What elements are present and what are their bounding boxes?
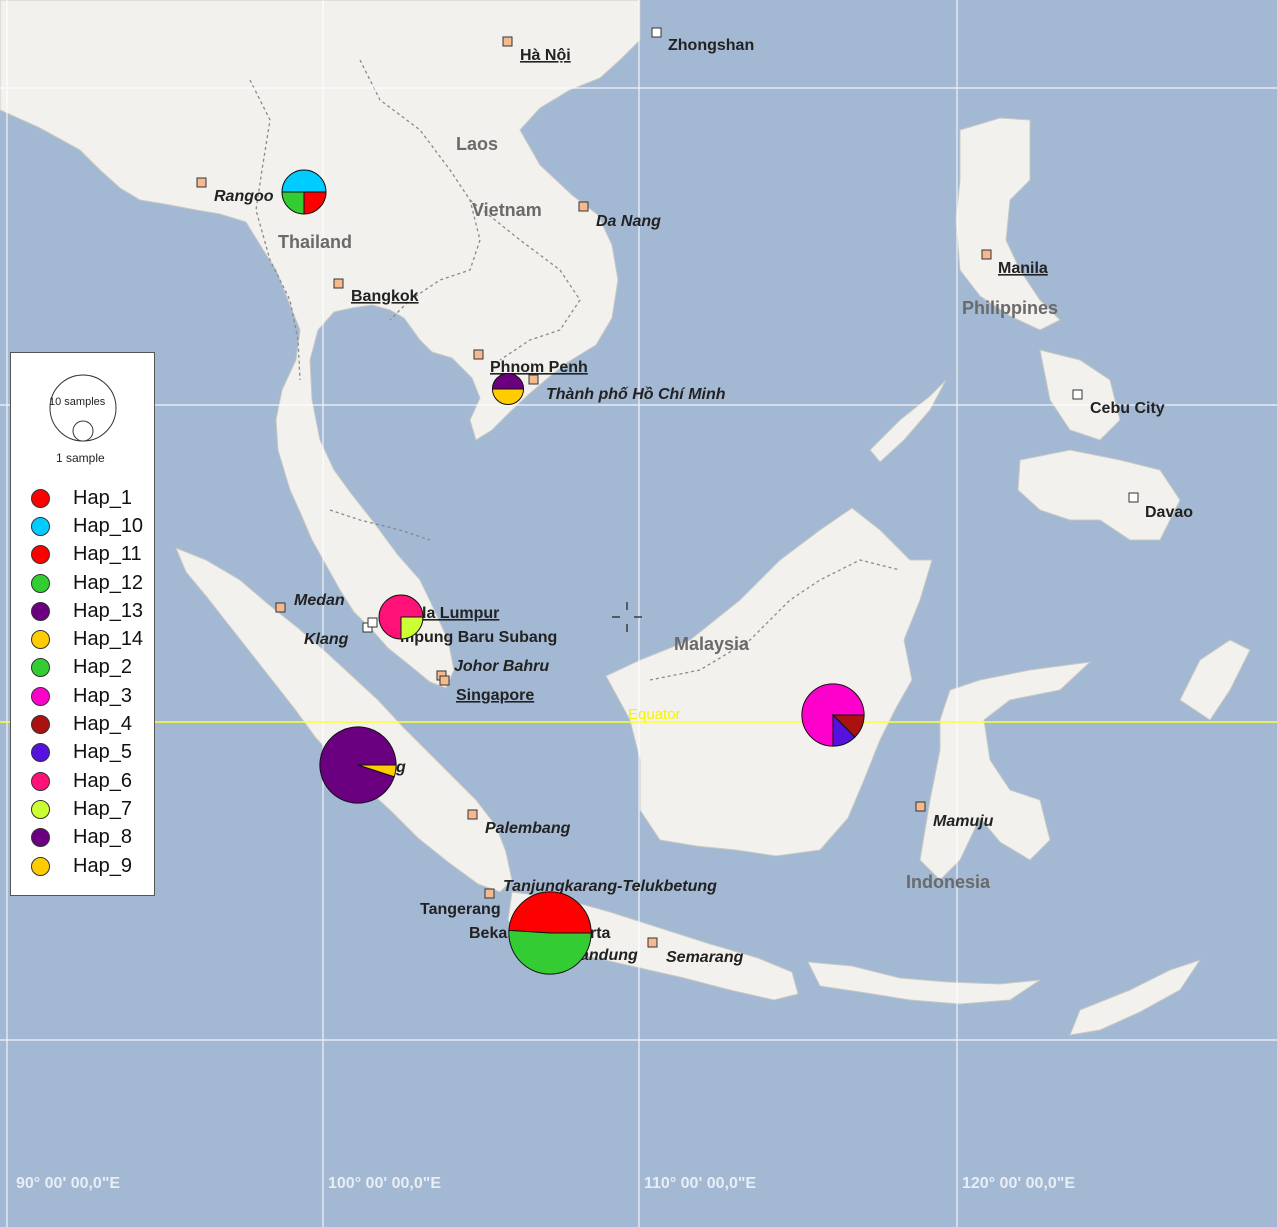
legend-swatch <box>31 601 50 621</box>
city-label-semarang: Semarang <box>666 949 744 966</box>
legend-swatch <box>31 573 50 593</box>
country-label-vietnam: Vietnam <box>472 200 542 220</box>
lon-label-120: 120° 00' 00,0"E <box>962 1175 1075 1192</box>
legend-item-hap-6: Hap_6 <box>31 767 143 795</box>
legend-swatch <box>31 488 50 508</box>
city-label-manila: Manila <box>998 260 1048 277</box>
lon-label-90: 90° 00' 00,0"E <box>16 1175 120 1192</box>
city-label-zhongshan: Zhongshan <box>668 37 754 54</box>
legend-label: Hap_13 <box>73 599 144 622</box>
city-label-padang: g <box>395 759 406 776</box>
city-label-klang: Klang <box>304 631 349 648</box>
legend-label: Hap_14 <box>73 628 144 651</box>
pie-kuala-lumpur <box>378 594 424 640</box>
city-label-medan: Medan <box>294 592 345 609</box>
legend-label: Hap_4 <box>73 713 132 736</box>
city-label-ho-chi-minh: Thành phố Hồ Chí Minh <box>546 386 726 403</box>
pie-jakarta <box>508 891 592 975</box>
pie-ho-chi-minh <box>491 373 525 405</box>
legend-swatch <box>31 828 50 848</box>
legend-label: Hap_12 <box>73 571 144 594</box>
city-label-kampung-baru-subang: mpung Baru Subang <box>400 629 557 646</box>
legend-swatch <box>31 630 50 650</box>
legend-item-hap-14: Hap_14 <box>31 625 143 653</box>
country-label-laos: Laos <box>456 134 498 154</box>
legend-label: Hap_3 <box>73 684 132 707</box>
pie-myanmar <box>281 169 327 215</box>
city-label-jakarta: rta <box>590 925 611 942</box>
city-label-tangerang: Tangerang <box>420 901 501 918</box>
legend-swatch <box>31 516 50 536</box>
equator-label: Equator <box>628 706 681 723</box>
pie-borneo <box>801 683 865 747</box>
map-canvas[interactable]: Equator 90° 00' 00,0"E 100° 00' 00,0"E 1… <box>0 0 1277 1227</box>
legend-swatch <box>31 743 50 763</box>
city-label-cebu: Cebu City <box>1090 400 1165 417</box>
city-label-da-nang: Da Nang <box>596 213 661 230</box>
city-label-bekasi: Beka <box>469 925 507 942</box>
city-label-singapore: Singapore <box>456 687 534 704</box>
city-label-davao: Davao <box>1145 504 1193 521</box>
legend-label: Hap_2 <box>73 656 132 679</box>
city-label-bandung: andung <box>580 947 638 964</box>
city-label-mamuju: Mamuju <box>933 813 994 830</box>
legend-item-hap-9: Hap_9 <box>31 852 143 880</box>
legend-label: Hap_10 <box>73 514 144 537</box>
legend-swatch <box>31 715 50 735</box>
legend-label: Hap_7 <box>73 797 132 820</box>
legend-item-hap-4: Hap_4 <box>31 710 143 738</box>
city-label-tanjungkarang: Tanjungkarang-Telukbetung <box>503 878 717 895</box>
city-label-bangkok: Bangkok <box>351 288 419 305</box>
legend-item-hap-12: Hap_12 <box>31 569 143 597</box>
lon-label-100: 100° 00' 00,0"E <box>328 1175 441 1192</box>
city-label-johor-bahru: Johor Bahru <box>454 658 549 675</box>
legend-item-hap-5: Hap_5 <box>31 739 143 767</box>
legend-item-hap-3: Hap_3 <box>31 682 143 710</box>
city-label-kuala-lumpur: la Lumpur <box>422 605 499 622</box>
legend-swatch <box>31 771 50 791</box>
legend: 10 samples 1 sample Hap_1 Hap_10 Hap_11 Hap… <box>10 352 155 896</box>
legend-swatch <box>31 799 50 819</box>
legend-item-hap-7: Hap_7 <box>31 795 143 823</box>
legend-item-hap-10: Hap_10 <box>31 512 143 540</box>
legend-item-hap-11: Hap_11 <box>31 541 143 569</box>
legend-swatch <box>31 686 50 706</box>
legend-item-hap-1: Hap_1 <box>31 484 143 512</box>
legend-label: Hap_5 <box>73 741 132 764</box>
legend-items: Hap_1 Hap_10 Hap_11 Hap_12 Hap_13 Hap_14 Hap_2… <box>31 484 143 880</box>
legend-swatch <box>31 856 50 876</box>
legend-size-key: 10 samples 1 sample <box>11 353 156 473</box>
legend-label: Hap_1 <box>73 486 132 509</box>
city-label-hanoi: Hà Nội <box>520 47 571 64</box>
city-label-rangoon: Rangoo <box>214 188 274 205</box>
legend-label: Hap_8 <box>73 826 132 849</box>
legend-swatch <box>31 658 50 678</box>
legend-item-hap-13: Hap_13 <box>31 597 143 625</box>
lon-label-110: 110° 00' 00,0"E <box>644 1175 756 1192</box>
legend-item-hap-2: Hap_2 <box>31 654 143 682</box>
legend-item-hap-8: Hap_8 <box>31 824 143 852</box>
legend-swatch <box>31 545 50 565</box>
legend-label: Hap_6 <box>73 769 132 792</box>
country-label-thailand: Thailand <box>278 232 352 252</box>
legend-size-label-large: 10 samples <box>49 396 106 408</box>
city-label-palembang: Palembang <box>485 820 571 837</box>
legend-size-label-small: 1 sample <box>56 451 105 465</box>
country-label-indonesia: Indonesia <box>906 872 991 892</box>
country-label-malaysia: Malaysia <box>674 634 750 654</box>
pie-sumatra <box>319 726 397 804</box>
legend-label: Hap_11 <box>73 543 142 566</box>
country-label-philippines: Philippines <box>962 298 1058 318</box>
legend-label: Hap_9 <box>73 854 132 877</box>
